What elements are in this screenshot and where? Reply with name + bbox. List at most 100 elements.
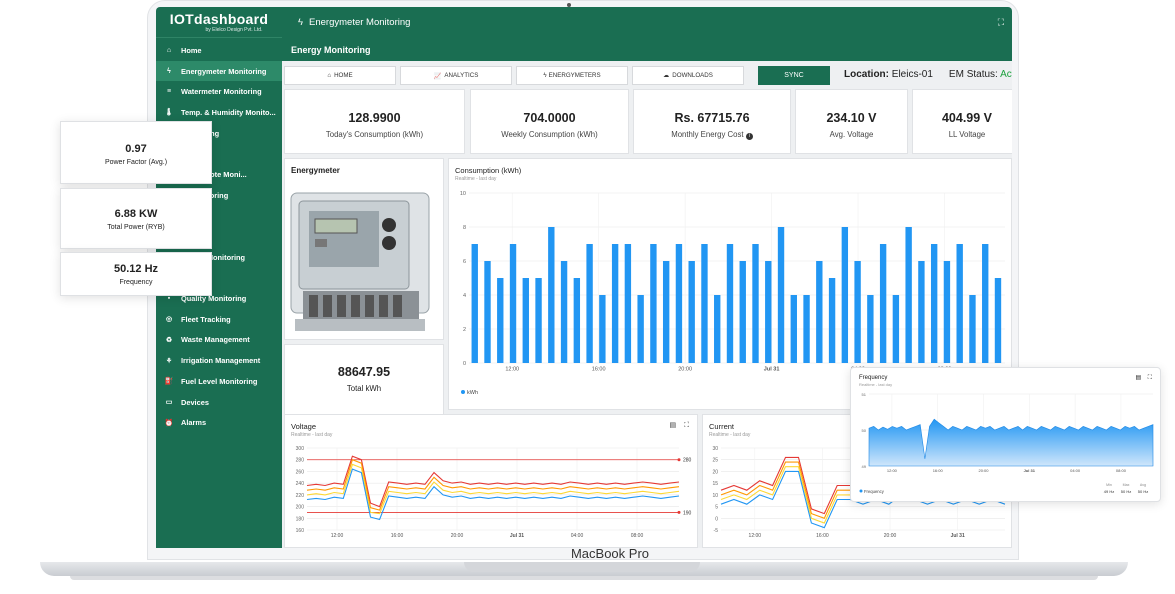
- bar: [803, 295, 810, 363]
- bar: [777, 227, 785, 363]
- power-factor-label: Power Factor (Avg.): [104, 159, 168, 166]
- bar: [624, 244, 632, 363]
- app-title: Energymeter Monitoring: [309, 17, 411, 28]
- x-tick-label: 16:00: [391, 533, 404, 539]
- expand-icon[interactable]: ⛶: [998, 17, 1004, 28]
- info-icon[interactable]: i: [745, 133, 753, 140]
- y-tick-label: 30: [712, 446, 718, 452]
- location-label: Location:: [844, 69, 889, 80]
- stat-value: 704.0000: [523, 111, 576, 125]
- tab-home-label: HOME: [334, 72, 353, 79]
- sidebar-item[interactable]: ⏰ Alarms: [156, 412, 282, 433]
- bar: [930, 244, 938, 363]
- total-power-value: 6.88 KW: [114, 208, 158, 220]
- bar: [828, 278, 836, 363]
- sidebar-item[interactable]: 🌡 Temp. & Humidity Monito...: [156, 102, 282, 123]
- frequency-label: Frequency: [119, 279, 153, 286]
- download-icon[interactable]: ▤: [1135, 375, 1141, 381]
- bar: [816, 261, 823, 363]
- tab-energymeters[interactable]: ϟ ENERGYMETERS: [516, 66, 628, 85]
- x-tick-label: 08:00: [631, 533, 644, 539]
- thermometer-icon: 🌡: [164, 109, 174, 117]
- bar: [662, 261, 670, 363]
- y-tick-label: 6: [463, 259, 466, 265]
- bar: [714, 295, 721, 363]
- tab-analytics[interactable]: 📈 ANALYTICS: [400, 66, 512, 85]
- sidebar-item-label: Fleet Tracking: [181, 314, 231, 324]
- sidebar-item[interactable]: ⌂ Home: [156, 40, 282, 61]
- bar: [739, 261, 746, 363]
- x-tick-label: 12:00: [331, 533, 344, 539]
- stat-value: Rs. 67715.76: [674, 111, 750, 125]
- logo[interactable]: IOTdashboard by Elelco Design Pvt. Ltd.: [156, 7, 282, 38]
- sidebar-item-label: Waste Management: [181, 335, 250, 345]
- x-tick-label: 20:00: [451, 533, 464, 539]
- sidebar-item-label: Temp. & Humidity Monito...: [181, 107, 276, 117]
- cloud-download-icon: ☁: [663, 72, 670, 79]
- total-power-label: Total Power (RYB): [107, 224, 165, 231]
- em-status: EM Status: Acti: [949, 69, 1012, 85]
- power-factor-card: 0.97 Power Factor (Avg.): [60, 121, 212, 184]
- sidebar-item-label: Fuel Level Monitoring: [181, 376, 258, 386]
- bolt-icon: ϟ: [298, 17, 304, 28]
- bar: [982, 244, 989, 363]
- bar: [854, 261, 861, 363]
- y-tick-label: 25: [712, 458, 718, 464]
- sidebar-item-label: Home: [181, 45, 202, 55]
- x-tick-label: Jul 31: [764, 367, 780, 373]
- sync-button[interactable]: SYNC: [758, 66, 830, 85]
- sidebar-item-label: Alarms: [181, 418, 207, 428]
- y-tick-label: 20: [712, 469, 718, 475]
- stat-weekly: 704.0000 Weekly Consumption (kWh): [470, 89, 629, 154]
- devices-icon: ▭: [165, 399, 173, 407]
- y-tick-label: 10: [460, 191, 466, 197]
- stat-value: 50 Hz: [1138, 489, 1148, 494]
- download-icon[interactable]: ▤: [670, 422, 677, 429]
- sidebar-item[interactable]: ⛽ Fuel Level Monitoring: [156, 371, 282, 392]
- x-tick-label: Jul 31: [1024, 468, 1036, 473]
- sidebar-item-label: Energymeter Monitoring: [181, 66, 267, 76]
- fullscreen-icon[interactable]: ⛶: [1148, 375, 1152, 381]
- sidebar-item[interactable]: ≡ Watermeter Monitoring: [156, 81, 282, 102]
- bar: [497, 278, 504, 363]
- fleet-icon: ◎: [165, 316, 173, 324]
- home-icon: ⌂: [166, 46, 172, 54]
- stat-today: 128.9900 Today's Consumption (kWh): [284, 89, 465, 154]
- total-kwh-value: 88647.95: [337, 365, 391, 379]
- tab-downloads[interactable]: ☁ DOWNLOADS: [632, 66, 744, 85]
- y-tick-label: 50: [862, 428, 867, 433]
- sidebar-item-label: Watermeter Monitoring: [181, 87, 262, 97]
- logo-subtext: by Elelco Design Pvt. Ltd.: [205, 27, 263, 33]
- sidebar-item-label: Devices: [181, 397, 209, 407]
- total-power-card: 6.88 KW Total Power (RYB): [60, 188, 212, 249]
- consumption-subtitle: Realtime - last day: [455, 176, 497, 182]
- laptop-shadow: [70, 576, 1098, 580]
- sidebar-item[interactable]: ⚘ Irrigation Management: [156, 350, 282, 371]
- location: Location: Eleics-01: [844, 69, 933, 85]
- bar: [637, 295, 644, 363]
- x-tick-label: 12:00: [749, 533, 762, 539]
- x-tick-label: 04:00: [1070, 468, 1081, 473]
- irrigation-icon: ⚘: [165, 357, 173, 365]
- alarm-icon: ⏰: [164, 419, 174, 427]
- bar: [943, 261, 951, 363]
- bar: [994, 278, 1002, 363]
- em-status-label: EM Status:: [948, 69, 998, 80]
- frequency-chart-card: Frequency Realtime - last day ▤ ⛶ 49 50 51…: [850, 367, 1161, 502]
- sidebar-item[interactable]: ▭ Devices: [156, 392, 282, 413]
- bar: [969, 295, 976, 363]
- tab-analytics-label: ANALYTICS: [444, 72, 479, 79]
- sidebar-item[interactable]: ϟ Energymeter Monitoring: [156, 60, 282, 82]
- fullscreen-icon[interactable]: ⛶: [684, 422, 689, 429]
- x-tick-label: 12:00: [887, 468, 898, 473]
- tab-home[interactable]: ⌂ HOME: [284, 66, 396, 85]
- stat-ll-voltage: 404.99 V LL Voltage: [912, 89, 1012, 154]
- y-tick-label: 8: [463, 225, 466, 231]
- sidebar-item[interactable]: ♻ Waste Management: [156, 330, 282, 351]
- y-tick-label: 240: [296, 481, 305, 487]
- bar: [560, 261, 568, 363]
- bar: [841, 227, 849, 363]
- stat-avg-voltage: 234.10 V Avg. Voltage: [795, 89, 908, 154]
- sidebar-item[interactable]: ◎ Fleet Tracking: [156, 309, 282, 330]
- y-tick-label: 160: [296, 528, 305, 534]
